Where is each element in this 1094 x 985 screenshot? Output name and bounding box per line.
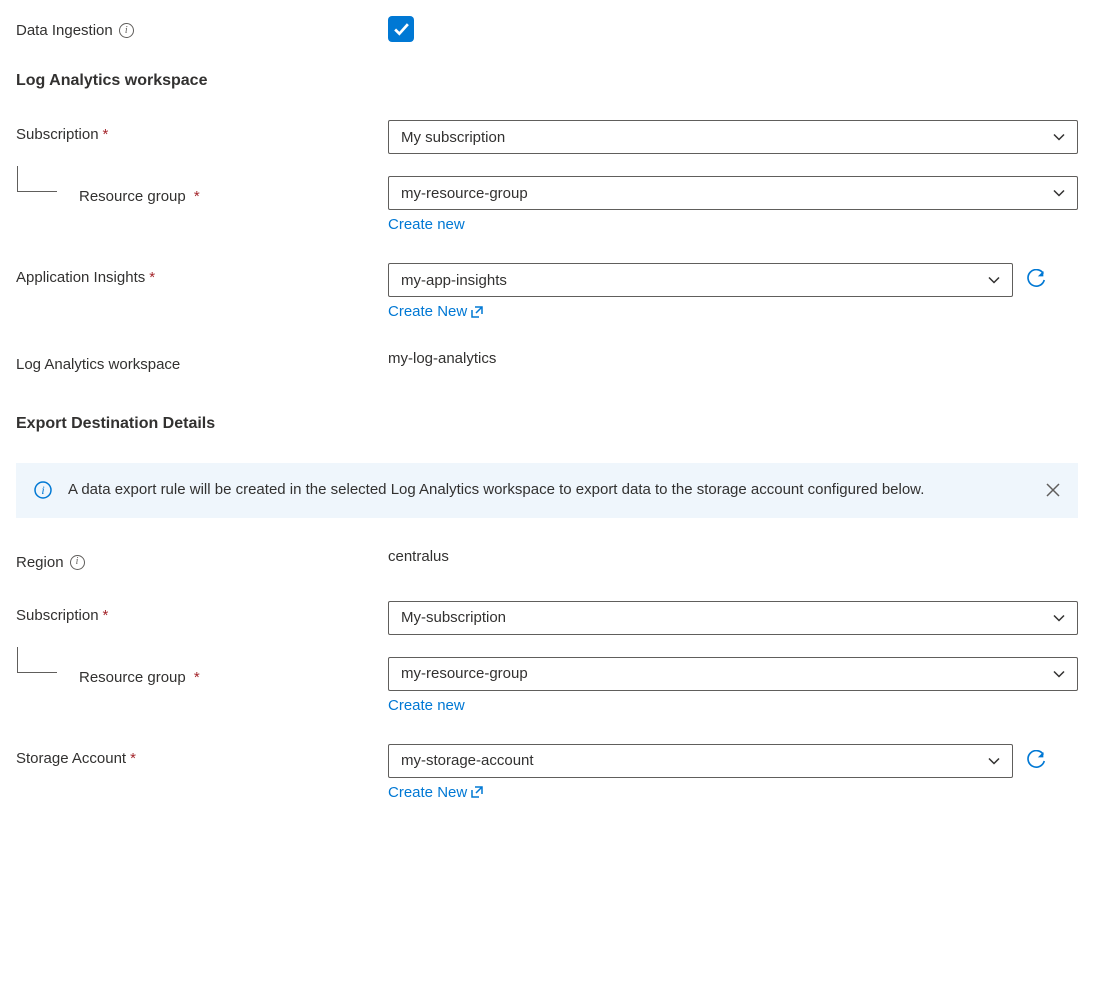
indent-line-icon: [17, 166, 57, 192]
log-analytics-label: Log Analytics workspace: [16, 350, 388, 373]
export-destination-heading: Export Destination Details: [16, 415, 1078, 433]
chevron-down-icon: [988, 755, 1000, 767]
resource-group2-value: my-resource-group: [401, 665, 1053, 682]
subscription-value: My subscription: [401, 129, 1053, 146]
app-insights-label-text: Application Insights: [16, 269, 145, 286]
indent-line-icon: [17, 647, 57, 673]
storage-account-label: Storage Account *: [16, 744, 388, 767]
resource-group-dropdown[interactable]: my-resource-group: [388, 176, 1078, 210]
create-new-resource-group-link[interactable]: Create new: [388, 216, 465, 233]
region-value: centralus: [388, 548, 1078, 565]
create-new-app-insights-link[interactable]: Create New: [388, 303, 483, 320]
log-analytics-label-text: Log Analytics workspace: [16, 356, 180, 373]
app-insights-value: my-app-insights: [401, 272, 988, 289]
required-asterisk: *: [130, 750, 136, 767]
storage-account-dropdown[interactable]: my-storage-account: [388, 744, 1013, 778]
close-icon[interactable]: [1046, 483, 1060, 497]
resource-group-label: Resource group *: [79, 176, 200, 205]
info-icon: i: [34, 481, 52, 499]
svg-text:i: i: [41, 483, 44, 497]
chevron-down-icon: [1053, 668, 1065, 680]
storage-account-value: my-storage-account: [401, 752, 988, 769]
subscription-dropdown[interactable]: My subscription: [388, 120, 1078, 154]
required-asterisk: *: [103, 126, 109, 143]
subscription-label: Subscription *: [16, 120, 388, 143]
resource-group2-label: Resource group *: [79, 657, 200, 686]
external-link-icon: [471, 306, 483, 318]
chevron-down-icon: [988, 274, 1000, 286]
create-new-resource-group2-link[interactable]: Create new: [388, 697, 465, 714]
subscription2-label-text: Subscription: [16, 607, 99, 624]
create-new-storage-account-link[interactable]: Create New: [388, 784, 483, 801]
refresh-icon[interactable]: [1025, 269, 1047, 291]
subscription2-value: My-subscription: [401, 609, 1053, 626]
resource-group-value: my-resource-group: [401, 185, 1053, 202]
refresh-icon[interactable]: [1025, 750, 1047, 772]
app-insights-dropdown[interactable]: my-app-insights: [388, 263, 1013, 297]
required-asterisk: *: [194, 188, 200, 205]
info-icon[interactable]: i: [70, 555, 85, 570]
resource-group-label-text: Resource group: [79, 188, 186, 205]
chevron-down-icon: [1053, 131, 1065, 143]
log-analytics-value: my-log-analytics: [388, 350, 1078, 367]
subscription2-dropdown[interactable]: My-subscription: [388, 601, 1078, 635]
data-ingestion-label: Data Ingestion i: [16, 16, 388, 39]
external-link-icon: [471, 786, 483, 798]
info-banner: i A data export rule will be created in …: [16, 463, 1078, 518]
subscription2-label: Subscription *: [16, 601, 388, 624]
data-ingestion-label-text: Data Ingestion: [16, 22, 113, 39]
create-new-app-insights-text: Create New: [388, 303, 467, 320]
region-label-text: Region: [16, 554, 64, 571]
chevron-down-icon: [1053, 612, 1065, 624]
create-new-storage-account-text: Create New: [388, 784, 467, 801]
chevron-down-icon: [1053, 187, 1065, 199]
info-icon[interactable]: i: [119, 23, 134, 38]
resource-group2-label-text: Resource group: [79, 669, 186, 686]
required-asterisk: *: [149, 269, 155, 286]
app-insights-label: Application Insights *: [16, 263, 388, 286]
log-analytics-heading: Log Analytics workspace: [16, 72, 1078, 90]
subscription-label-text: Subscription: [16, 126, 99, 143]
storage-account-label-text: Storage Account: [16, 750, 126, 767]
info-banner-text: A data export rule will be created in th…: [68, 479, 1030, 502]
resource-group2-dropdown[interactable]: my-resource-group: [388, 657, 1078, 691]
data-ingestion-checkbox[interactable]: [388, 16, 414, 42]
region-label: Region i: [16, 548, 388, 571]
required-asterisk: *: [194, 669, 200, 686]
checkmark-icon: [393, 21, 410, 38]
required-asterisk: *: [103, 607, 109, 624]
